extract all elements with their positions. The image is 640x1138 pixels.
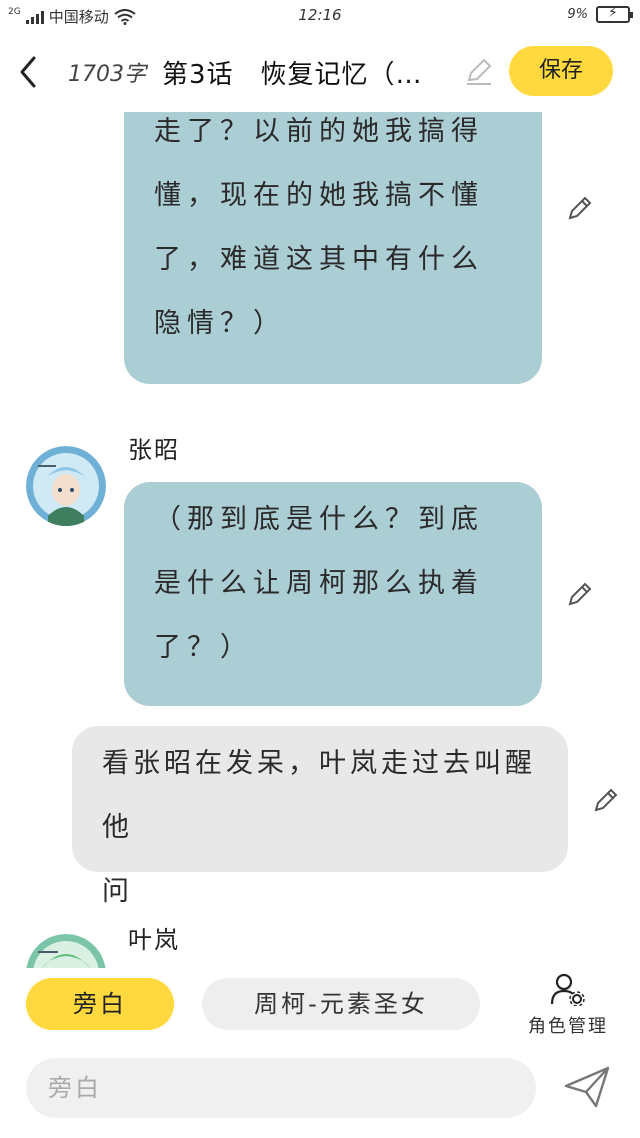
role-manage-label: 角色管理: [528, 1016, 608, 1037]
message-line: 了？）: [154, 632, 253, 663]
role-narration-button[interactable]: 旁白: [26, 978, 174, 1030]
editor-header: 1703字 第3话 恢复记忆（… 保存: [0, 34, 640, 112]
edit-message-pencil-icon[interactable]: [566, 580, 594, 608]
speaker-name: 叶岚: [128, 926, 180, 954]
narration-message-bubble[interactable]: 看张昭在发呆，叶岚走过去叫醒他 问: [72, 726, 568, 907]
word-count: 1703字: [68, 62, 146, 87]
status-bar: 2G 中国移动 12:16 9% ⚡: [0, 0, 640, 34]
character-message-bubble[interactable]: （那到底是什么？到底 是什么让周柯那么执着 了？）: [124, 482, 542, 706]
back-arrow-icon[interactable]: [14, 52, 44, 92]
message-line: （那到底是什么？到底: [154, 504, 484, 535]
message-line: 是什么让周柯那么执着: [154, 568, 484, 599]
character-message-bubble[interactable]: 走了？以前的她我搞得 懂，现在的她我搞不懂 了，难道这其中有什么 隐情？）: [124, 112, 542, 384]
chat-area[interactable]: 走了？以前的她我搞得 懂，现在的她我搞不懂 了，难道这其中有什么 隐情？） 张昭…: [0, 112, 640, 968]
role-character-button[interactable]: 周柯-元素圣女: [202, 978, 480, 1030]
status-right: 9% ⚡: [567, 5, 633, 23]
user-settings-icon: [550, 973, 585, 1007]
edit-message-pencil-icon[interactable]: [566, 194, 594, 222]
message-line: 走了？以前的她我搞得: [154, 116, 484, 147]
message-line: 问: [102, 876, 133, 907]
message-line: 隐情？）: [154, 308, 286, 339]
send-icon[interactable]: [562, 1064, 612, 1110]
message-input[interactable]: [26, 1058, 536, 1118]
speaker-name: 张昭: [128, 436, 180, 464]
message-line: 了，难道这其中有什么: [154, 244, 484, 275]
save-button[interactable]: 保存: [509, 46, 613, 96]
chapter-title[interactable]: 第3话 恢复记忆（…: [162, 54, 458, 91]
role-selector-bar: 旁白 周柯-元素圣女 角色管理: [0, 968, 640, 1048]
role-manage-button[interactable]: 角色管理: [518, 972, 618, 1038]
clock: 12:16: [298, 6, 342, 24]
edit-message-pencil-icon[interactable]: [592, 786, 620, 814]
edit-title-pencil-icon[interactable]: [464, 56, 494, 86]
message-input-container: [26, 1058, 536, 1118]
message-line: 懂，现在的她我搞不懂: [154, 180, 484, 211]
avatar-zhangzhao[interactable]: [26, 446, 106, 526]
avatar-yelan[interactable]: [26, 934, 106, 968]
message-line: 看张昭在发呆，叶岚走过去叫醒他: [102, 748, 536, 843]
battery-percent: 9%: [567, 7, 588, 22]
battery-icon: ⚡: [596, 5, 633, 23]
